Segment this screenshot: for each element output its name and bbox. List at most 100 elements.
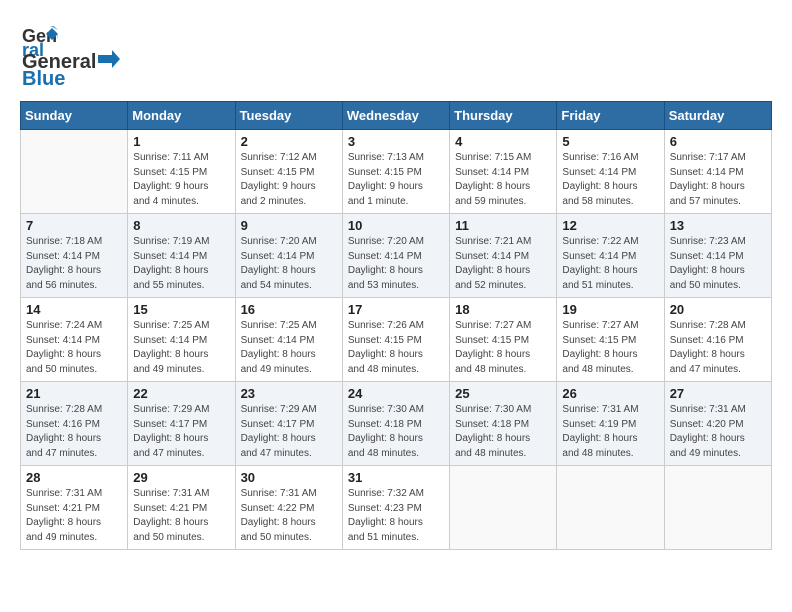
day-info: Sunrise: 7:31 AM Sunset: 4:20 PM Dayligh… (670, 403, 766, 461)
calendar-cell: 10 Sunrise: 7:20 AM Sunset: 4:14 PM Dayli… (342, 214, 449, 298)
header-monday: Monday (128, 102, 235, 130)
day-info: Sunrise: 7:22 AM Sunset: 4:14 PM Dayligh… (562, 235, 658, 293)
calendar-cell: 7 Sunrise: 7:18 AM Sunset: 4:14 PM Daylig… (21, 214, 128, 298)
calendar-cell: 31 Sunrise: 7:32 AM Sunset: 4:23 PM Dayli… (342, 466, 449, 550)
day-number: 5 (562, 134, 658, 149)
day-number: 15 (133, 302, 229, 317)
calendar-cell: 24 Sunrise: 7:30 AM Sunset: 4:18 PM Dayli… (342, 382, 449, 466)
day-number: 31 (348, 470, 444, 485)
day-info: Sunrise: 7:29 AM Sunset: 4:17 PM Dayligh… (133, 403, 229, 461)
day-info: Sunrise: 7:27 AM Sunset: 4:15 PM Dayligh… (455, 319, 551, 377)
calendar-cell: 9 Sunrise: 7:20 AM Sunset: 4:14 PM Daylig… (235, 214, 342, 298)
day-number: 6 (670, 134, 766, 149)
day-number: 19 (562, 302, 658, 317)
calendar-cell: 23 Sunrise: 7:29 AM Sunset: 4:17 PM Dayli… (235, 382, 342, 466)
day-info: Sunrise: 7:16 AM Sunset: 4:14 PM Dayligh… (562, 151, 658, 209)
day-number: 13 (670, 218, 766, 233)
day-info: Sunrise: 7:24 AM Sunset: 4:14 PM Dayligh… (26, 319, 122, 377)
calendar-cell: 20Sunrise: 7:28 AM Sunset: 4:16 PM Dayli… (664, 298, 771, 382)
calendar-week-row: 7 Sunrise: 7:18 AM Sunset: 4:14 PM Daylig… (21, 214, 772, 298)
day-number: 3 (348, 134, 444, 149)
day-number: 14 (26, 302, 122, 317)
day-number: 29 (133, 470, 229, 485)
calendar-cell: 19 Sunrise: 7:27 AM Sunset: 4:15 PM Dayli… (557, 298, 664, 382)
calendar-cell: 4 Sunrise: 7:15 AM Sunset: 4:14 PM Daylig… (450, 130, 557, 214)
calendar-week-row: 21 Sunrise: 7:28 AM Sunset: 4:16 PM Dayli… (21, 382, 772, 466)
header-wednesday: Wednesday (342, 102, 449, 130)
calendar-cell: 12 Sunrise: 7:22 AM Sunset: 4:14 PM Dayli… (557, 214, 664, 298)
day-number: 30 (241, 470, 337, 485)
day-number: 7 (26, 218, 122, 233)
logo-arrow-icon (98, 50, 120, 68)
day-info: Sunrise: 7:12 AM Sunset: 4:15 PM Dayligh… (241, 151, 337, 209)
calendar-cell: 11Sunrise: 7:21 AM Sunset: 4:14 PM Dayli… (450, 214, 557, 298)
day-number: 24 (348, 386, 444, 401)
day-info: Sunrise: 7:26 AM Sunset: 4:15 PM Dayligh… (348, 319, 444, 377)
calendar-cell: 6 Sunrise: 7:17 AM Sunset: 4:14 PM Daylig… (664, 130, 771, 214)
day-info: Sunrise: 7:15 AM Sunset: 4:14 PM Dayligh… (455, 151, 551, 209)
day-info: Sunrise: 7:27 AM Sunset: 4:15 PM Dayligh… (562, 319, 658, 377)
day-number: 2 (241, 134, 337, 149)
day-number: 28 (26, 470, 122, 485)
day-info: Sunrise: 7:13 AM Sunset: 4:15 PM Dayligh… (348, 151, 444, 209)
calendar-cell: 13Sunrise: 7:23 AM Sunset: 4:14 PM Dayli… (664, 214, 771, 298)
day-info: Sunrise: 7:20 AM Sunset: 4:14 PM Dayligh… (241, 235, 337, 293)
calendar-cell: 2 Sunrise: 7:12 AM Sunset: 4:15 PM Daylig… (235, 130, 342, 214)
calendar-cell (664, 466, 771, 550)
calendar-cell: 22 Sunrise: 7:29 AM Sunset: 4:17 PM Dayli… (128, 382, 235, 466)
day-number: 12 (562, 218, 658, 233)
day-number: 26 (562, 386, 658, 401)
day-info: Sunrise: 7:31 AM Sunset: 4:21 PM Dayligh… (26, 487, 122, 545)
day-info: Sunrise: 7:31 AM Sunset: 4:22 PM Dayligh… (241, 487, 337, 545)
day-info: Sunrise: 7:29 AM Sunset: 4:17 PM Dayligh… (241, 403, 337, 461)
day-info: Sunrise: 7:25 AM Sunset: 4:14 PM Dayligh… (133, 319, 229, 377)
calendar-cell: 29 Sunrise: 7:31 AM Sunset: 4:21 PM Dayli… (128, 466, 235, 550)
day-number: 18 (455, 302, 551, 317)
header-sunday: Sunday (21, 102, 128, 130)
calendar-table: SundayMondayTuesdayWednesdayThursdayFrid… (20, 101, 772, 550)
day-number: 27 (670, 386, 766, 401)
day-number: 11 (455, 218, 551, 233)
page-header: Gene ral General Blue (20, 20, 772, 91)
header-saturday: Saturday (664, 102, 771, 130)
calendar-cell: 8Sunrise: 7:19 AM Sunset: 4:14 PM Daylig… (128, 214, 235, 298)
header-friday: Friday (557, 102, 664, 130)
day-info: Sunrise: 7:20 AM Sunset: 4:14 PM Dayligh… (348, 235, 444, 293)
day-number: 25 (455, 386, 551, 401)
header-tuesday: Tuesday (235, 102, 342, 130)
calendar-header-row: SundayMondayTuesdayWednesdayThursdayFrid… (21, 102, 772, 130)
calendar-week-row: 14 Sunrise: 7:24 AM Sunset: 4:14 PM Dayli… (21, 298, 772, 382)
day-info: Sunrise: 7:31 AM Sunset: 4:21 PM Dayligh… (133, 487, 229, 545)
day-info: Sunrise: 7:28 AM Sunset: 4:16 PM Dayligh… (26, 403, 122, 461)
calendar-cell (450, 466, 557, 550)
calendar-cell: 15 Sunrise: 7:25 AM Sunset: 4:14 PM Dayli… (128, 298, 235, 382)
calendar-cell: 3 Sunrise: 7:13 AM Sunset: 4:15 PM Daylig… (342, 130, 449, 214)
calendar-cell: 26 Sunrise: 7:31 AM Sunset: 4:19 PM Dayli… (557, 382, 664, 466)
day-number: 8 (133, 218, 229, 233)
day-info: Sunrise: 7:17 AM Sunset: 4:14 PM Dayligh… (670, 151, 766, 209)
day-number: 20 (670, 302, 766, 317)
calendar-week-row: 28 Sunrise: 7:31 AM Sunset: 4:21 PM Dayli… (21, 466, 772, 550)
day-number: 22 (133, 386, 229, 401)
day-info: Sunrise: 7:32 AM Sunset: 4:23 PM Dayligh… (348, 487, 444, 545)
day-info: Sunrise: 7:31 AM Sunset: 4:19 PM Dayligh… (562, 403, 658, 461)
day-info: Sunrise: 7:18 AM Sunset: 4:14 PM Dayligh… (26, 235, 122, 293)
day-info: Sunrise: 7:30 AM Sunset: 4:18 PM Dayligh… (348, 403, 444, 461)
calendar-cell: 27 Sunrise: 7:31 AM Sunset: 4:20 PM Dayli… (664, 382, 771, 466)
day-number: 1 (133, 134, 229, 149)
day-info: Sunrise: 7:25 AM Sunset: 4:14 PM Dayligh… (241, 319, 337, 377)
day-number: 16 (241, 302, 337, 317)
calendar-cell: 1Sunrise: 7:11 AM Sunset: 4:15 PM Daylig… (128, 130, 235, 214)
calendar-cell (21, 130, 128, 214)
calendar-cell: 5 Sunrise: 7:16 AM Sunset: 4:14 PM Daylig… (557, 130, 664, 214)
calendar-cell: 25Sunrise: 7:30 AM Sunset: 4:18 PM Dayli… (450, 382, 557, 466)
day-number: 4 (455, 134, 551, 149)
day-number: 17 (348, 302, 444, 317)
day-number: 23 (241, 386, 337, 401)
day-number: 9 (241, 218, 337, 233)
calendar-cell: 21 Sunrise: 7:28 AM Sunset: 4:16 PM Dayli… (21, 382, 128, 466)
day-number: 21 (26, 386, 122, 401)
calendar-cell: 28 Sunrise: 7:31 AM Sunset: 4:21 PM Dayli… (21, 466, 128, 550)
calendar-cell: 16 Sunrise: 7:25 AM Sunset: 4:14 PM Dayli… (235, 298, 342, 382)
day-number: 10 (348, 218, 444, 233)
